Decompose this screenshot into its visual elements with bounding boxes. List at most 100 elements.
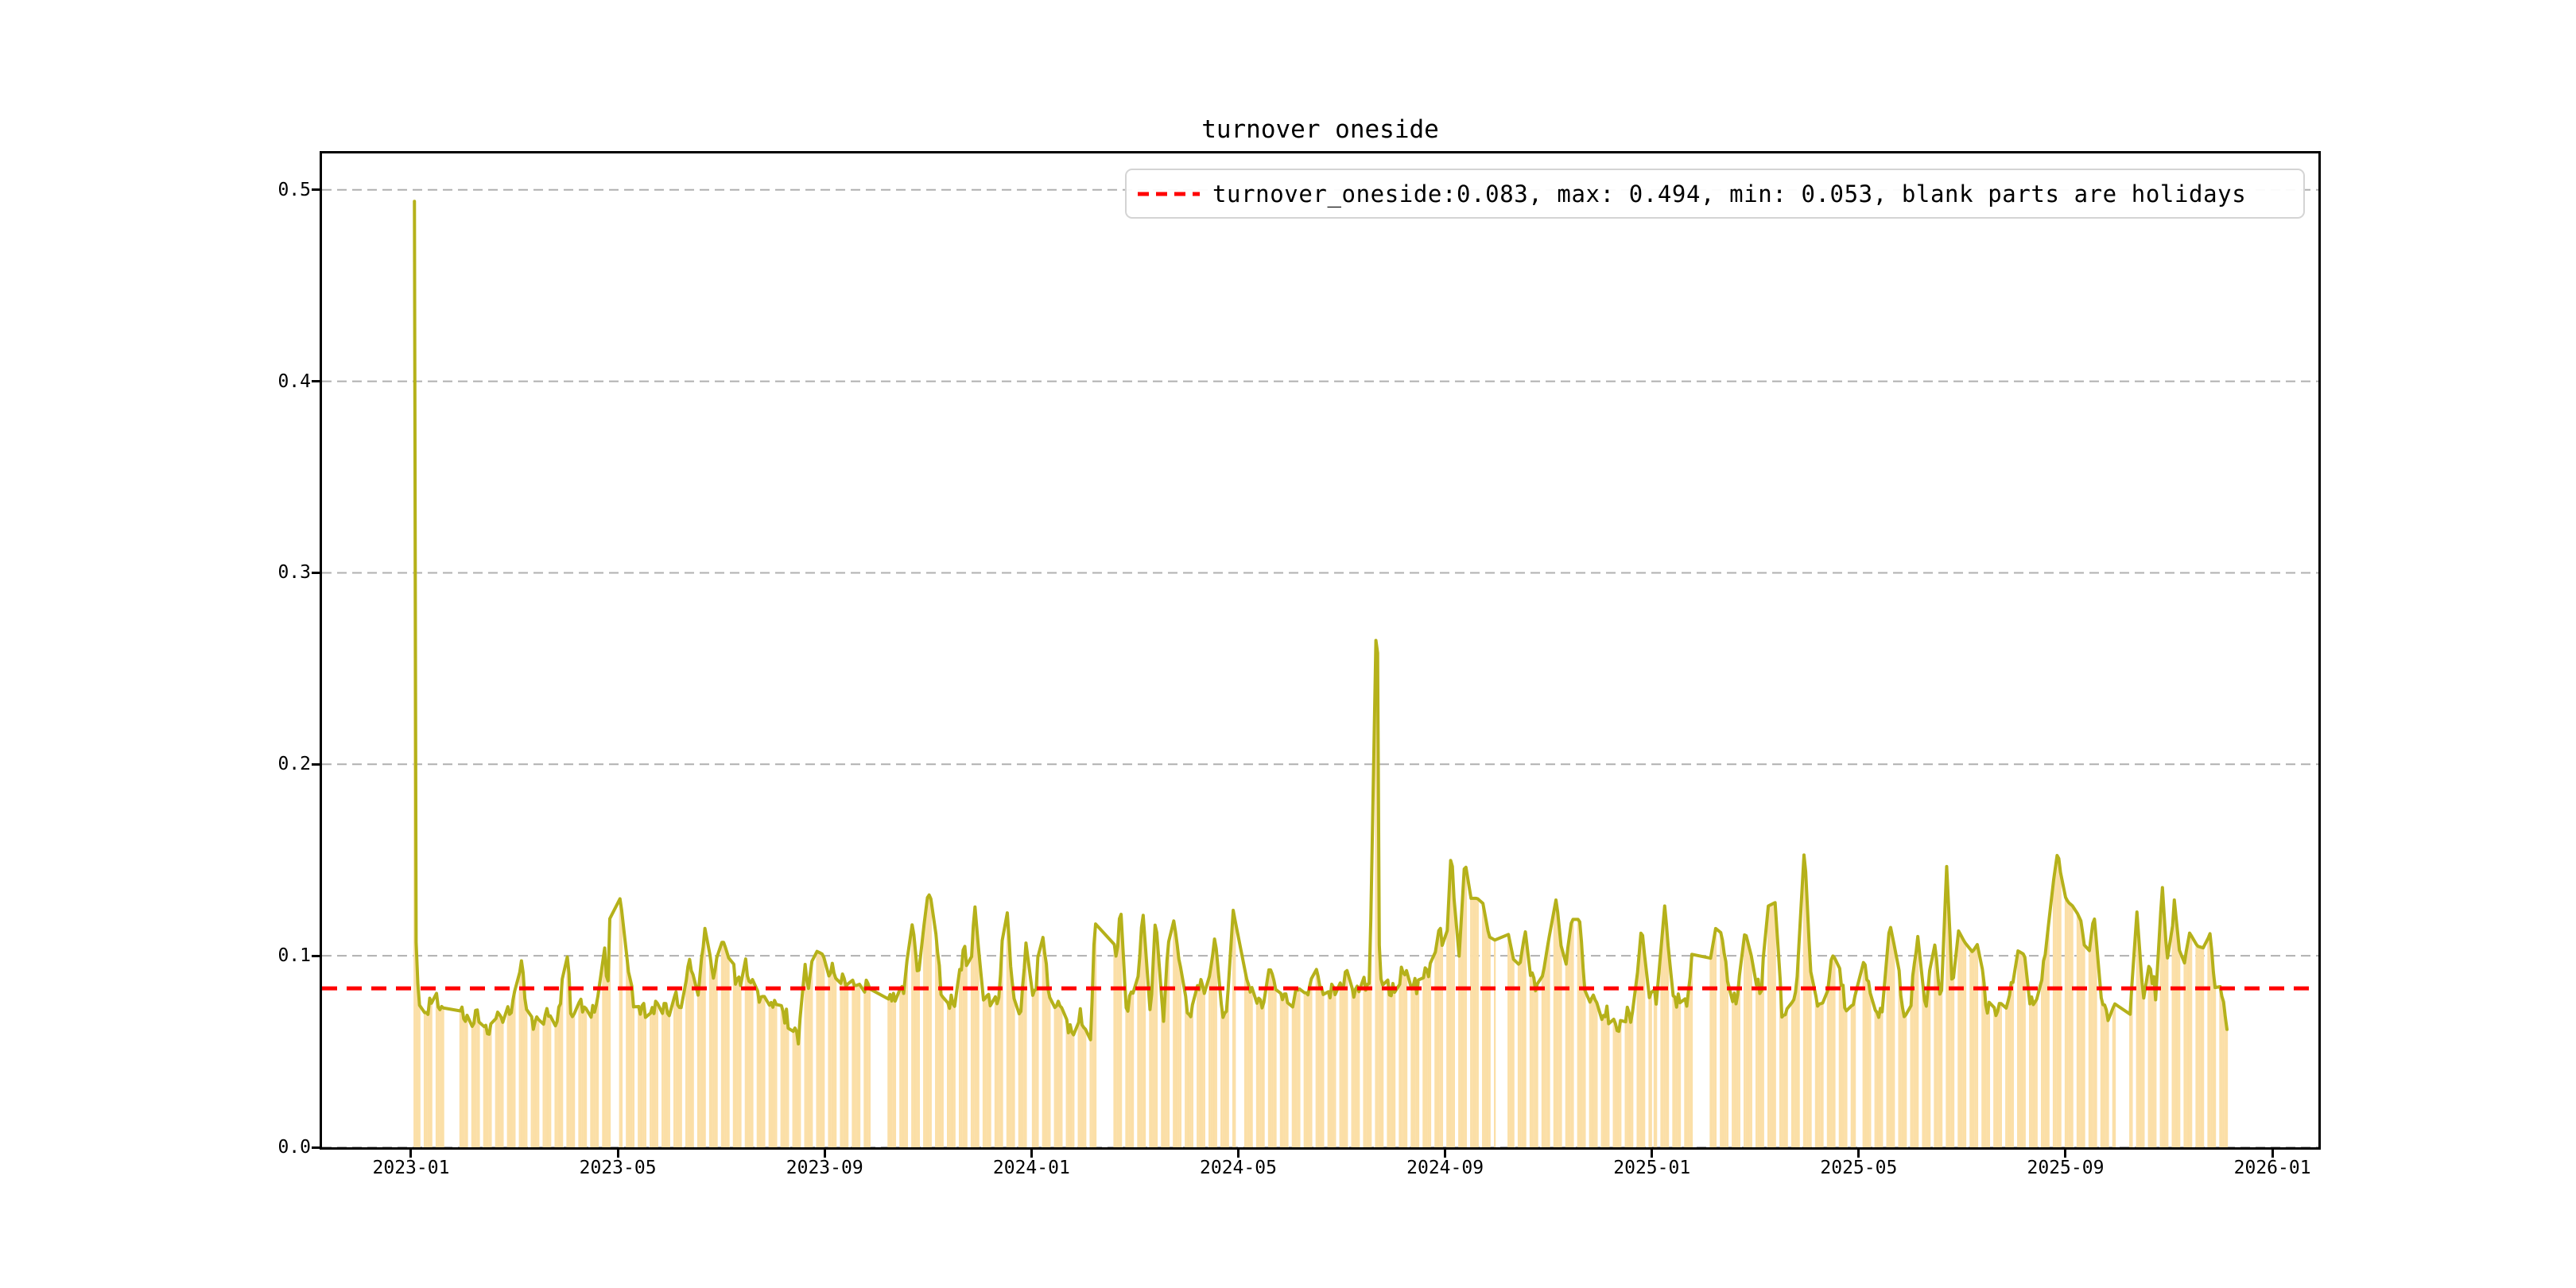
- trading-day-bar: [775, 1004, 778, 1147]
- trading-day-bar: [782, 1011, 785, 1147]
- trading-day-bar: [2066, 900, 2069, 1147]
- trading-day-bar: [793, 1028, 797, 1147]
- trading-day-bar: [554, 1026, 557, 1147]
- trading-day-bar: [1937, 978, 1939, 1147]
- trading-day-bar: [1887, 933, 1890, 1147]
- trading-day-bar: [2171, 925, 2174, 1147]
- trading-day-bar: [2186, 942, 2190, 1147]
- trading-day-bar: [1557, 912, 1559, 1147]
- trading-day-bar: [1366, 984, 1369, 1147]
- trading-day-bar: [2076, 914, 2079, 1147]
- trading-day-bar: [989, 1006, 991, 1147]
- trading-day-bar: [2010, 982, 2012, 1147]
- y-tick-mark: [312, 1146, 320, 1149]
- trading-day-bar: [2043, 960, 2045, 1147]
- trading-day-bar: [1769, 905, 1771, 1147]
- trading-day-bar: [1082, 1027, 1085, 1147]
- trading-day-bar: [774, 1000, 776, 1147]
- trading-day-bar: [972, 925, 975, 1147]
- trading-day-bar: [1340, 987, 1343, 1147]
- trading-day-bar: [2054, 867, 2057, 1147]
- trading-day-bar: [1511, 951, 1513, 1147]
- trading-day-bar: [1724, 961, 1727, 1147]
- trading-day-bar: [984, 998, 987, 1147]
- trading-day-bar: [1736, 994, 1739, 1147]
- trading-day-bar: [1940, 990, 1943, 1147]
- trading-day-bar: [1747, 942, 1749, 1147]
- trading-day-bar: [1356, 986, 1359, 1147]
- trading-day-bar: [2008, 995, 2011, 1147]
- trading-day-bar: [702, 947, 704, 1147]
- trading-day-bar: [559, 1003, 562, 1147]
- trading-day-bar: [1833, 957, 1836, 1147]
- trading-day-bar: [1733, 993, 1736, 1147]
- trading-day-bar: [2139, 959, 2142, 1147]
- trading-day-bar: [620, 910, 623, 1147]
- trading-day-bar: [1434, 952, 1437, 1147]
- trading-day-bar: [2035, 999, 2038, 1147]
- trading-day-bar: [2047, 923, 2050, 1147]
- trading-day-bar: [498, 1014, 501, 1147]
- trading-day-bar: [1869, 993, 1872, 1147]
- trading-day-bar: [1560, 945, 1562, 1147]
- trading-day-bar: [1711, 948, 1713, 1147]
- trading-day-bar: [1790, 1002, 1794, 1147]
- trading-day-bar: [841, 974, 844, 1147]
- trading-day-bar: [843, 978, 845, 1147]
- trading-day-bar: [855, 985, 857, 1147]
- trading-day-bar: [2151, 983, 2154, 1147]
- trading-day-bar: [890, 1001, 893, 1147]
- trading-day-bar: [935, 933, 937, 1147]
- trading-day-bar: [756, 991, 758, 1147]
- trading-day-bar: [1584, 990, 1586, 1147]
- trading-day-bar: [639, 1014, 642, 1147]
- trading-day-bar: [940, 994, 942, 1147]
- trading-day-bar: [858, 983, 861, 1147]
- trading-day-bar: [1959, 933, 1961, 1147]
- trading-day-bar: [2221, 996, 2223, 1147]
- trading-day-bar: [1687, 991, 1690, 1147]
- trading-day-bar: [1689, 976, 1691, 1147]
- trading-day-bar: [1084, 1029, 1087, 1147]
- trading-day-bar: [661, 1013, 664, 1147]
- trading-day-bar: [1281, 999, 1284, 1147]
- trading-day-bar: [1185, 996, 1187, 1147]
- trading-day-bar: [466, 1015, 468, 1147]
- trading-day-bar: [677, 1004, 679, 1147]
- trading-day-bar: [750, 982, 752, 1147]
- trading-day-bar: [846, 983, 849, 1147]
- trading-day-bar: [2213, 987, 2217, 1147]
- trading-day-bar: [668, 1015, 670, 1147]
- trading-day-bar: [1342, 985, 1345, 1147]
- trading-day-bar: [1127, 1011, 1129, 1147]
- trading-day-bar: [1899, 995, 1902, 1147]
- trading-day-bar: [1984, 1004, 1987, 1147]
- trading-day-bar: [2007, 1002, 2009, 1147]
- y-tick-mark: [312, 380, 320, 383]
- trading-day-bar: [642, 1003, 645, 1147]
- trading-day-bar: [1018, 1014, 1021, 1147]
- trading-day-bar: [2077, 917, 2081, 1147]
- trading-day-bar: [716, 957, 718, 1147]
- trading-day-bar: [923, 924, 925, 1147]
- trading-day-bar: [1150, 994, 1153, 1147]
- trading-day-bar: [1327, 991, 1329, 1147]
- trading-day-bar: [1143, 938, 1146, 1147]
- trading-day-bar: [1995, 1015, 1997, 1147]
- trading-day-bar: [1424, 968, 1426, 1147]
- trading-day-bar: [1115, 956, 1117, 1147]
- trading-day-bar: [852, 980, 854, 1147]
- trading-day-bar: [1660, 945, 1662, 1147]
- trading-day-bar: [976, 927, 978, 1147]
- trading-day-bar: [1010, 966, 1012, 1147]
- trading-day-bar: [1368, 983, 1371, 1147]
- y-tick-label: 0.0: [277, 1137, 311, 1158]
- trading-day-bar: [816, 951, 818, 1147]
- trading-day-bar: [1600, 1019, 1603, 1147]
- trading-day-bar: [2059, 872, 2062, 1147]
- trading-day-bar: [2200, 947, 2203, 1147]
- trading-day-bar: [526, 1009, 528, 1147]
- trading-day-bar: [1186, 1012, 1189, 1147]
- trading-day-bar: [2161, 887, 2163, 1147]
- trading-day-bar: [1079, 1008, 1081, 1147]
